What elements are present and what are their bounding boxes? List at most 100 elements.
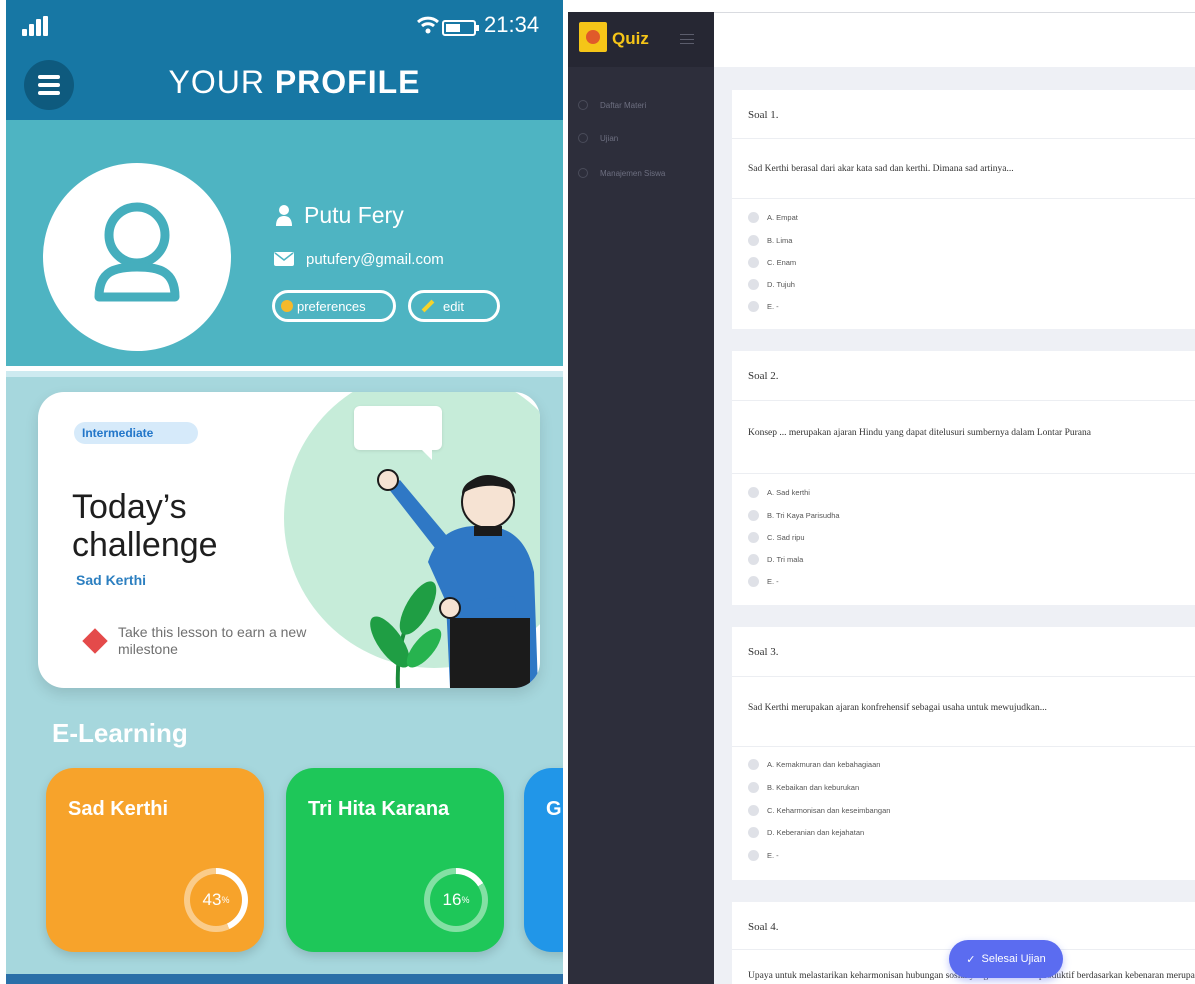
profile-name-row: Putu Fery <box>276 200 404 230</box>
radio-button[interactable] <box>748 758 759 770</box>
answer-option-label: E. - <box>767 850 779 860</box>
question-header: Soal 3. <box>732 627 1195 677</box>
mail-icon <box>274 252 294 266</box>
answer-option[interactable]: A. Empat <box>748 211 798 223</box>
question-header: Soal 2. <box>732 351 1195 401</box>
difficulty-badge: Intermediate <box>74 422 198 444</box>
radio-button[interactable] <box>748 781 759 793</box>
course-card-tri-hita-karana[interactable]: Tri Hita Karana 16% <box>286 768 504 952</box>
answer-option-label: D. Keberanian dan kejahatan <box>767 827 865 837</box>
quiz-sidebar: Quiz Daftar Materi Ujian Manajemen Siswa <box>568 12 714 984</box>
radio-button[interactable] <box>748 256 759 268</box>
course-card-partial[interactable]: G <box>524 768 563 952</box>
challenge-title: Today’s challenge <box>72 488 218 564</box>
radio-button[interactable] <box>748 300 759 312</box>
edit-profile-button[interactable]: edit <box>408 290 500 322</box>
battery-icon <box>442 20 479 36</box>
status-time: 21:34 <box>484 12 540 37</box>
brand-bar: Quiz <box>568 12 714 67</box>
question-text: Sad Kerthi berasal dari akar kata sad da… <box>748 164 1014 174</box>
profile-email-row: putufery@gmail.com <box>274 248 444 270</box>
progress-ring: 43% <box>184 868 248 932</box>
answer-option-label: D. Tri mala <box>767 554 804 564</box>
challenge-topic: Sad Kerthi <box>76 572 147 588</box>
mobile-app: 21:34 YOUR PROFILE Putu Fery putufery@gm… <box>6 0 563 984</box>
edit-label: edit <box>443 298 464 314</box>
topbar <box>714 12 1195 67</box>
progress-value: 16% <box>430 874 482 926</box>
teacher-illustration <box>370 469 538 688</box>
radio-button[interactable] <box>748 553 759 565</box>
check-icon: ✓ <box>966 953 976 966</box>
finish-exam-button[interactable]: ✓ Selesai Ujian <box>949 940 1063 978</box>
brand-name: Quiz <box>612 29 649 48</box>
answer-option-label: D. Tujuh <box>767 279 795 289</box>
todays-challenge-card[interactable]: Intermediate Today’s challenge Sad Kerth… <box>38 392 540 688</box>
question-header: Soal 1. <box>732 90 1195 139</box>
course-title: Tri Hita Karana <box>308 798 450 820</box>
progress-number: 43 <box>202 890 222 909</box>
answer-option-label: B. Lima <box>767 235 793 245</box>
answer-option-label: A. Sad kerthi <box>767 487 810 497</box>
answer-option[interactable]: D. Tujuh <box>748 278 795 290</box>
answer-option[interactable]: C. Keharmonisan dan keseimbangan <box>748 804 890 816</box>
progress-number: 16 <box>442 890 462 909</box>
sidebar-item-ujian[interactable]: Ujian <box>578 131 618 145</box>
radio-button[interactable] <box>748 234 759 246</box>
radio-button[interactable] <box>748 826 759 838</box>
answer-option[interactable]: D. Tri mala <box>748 553 803 565</box>
page-title: YOUR PROFILE <box>6 64 563 101</box>
sidebar-item-daftar-materi[interactable]: Daftar Materi <box>578 98 646 112</box>
answer-option[interactable]: B. Lima <box>748 234 792 246</box>
profile-email: putufery@gmail.com <box>306 250 444 268</box>
answer-option[interactable]: B. Kebaikan dan keburukan <box>748 781 859 793</box>
gem-icon <box>82 628 108 654</box>
milestone-tip-text: Take this lesson to earn a new milestone <box>118 624 307 657</box>
answer-option[interactable]: C. Enam <box>748 256 796 268</box>
sidebar-toggle-icon[interactable] <box>680 34 694 44</box>
radio-button[interactable] <box>748 804 759 816</box>
radio-button[interactable] <box>748 278 759 290</box>
answer-option[interactable]: A. Sad kerthi <box>748 486 810 498</box>
answer-option[interactable]: E. - <box>748 300 779 312</box>
radio-button[interactable] <box>748 211 759 223</box>
finish-exam-label: Selesai Ujian <box>981 953 1046 965</box>
circle-icon <box>578 100 588 110</box>
answer-option[interactable]: E. - <box>748 575 779 587</box>
answer-option-label: A. Empat <box>767 212 798 222</box>
answer-option-label: A. Kemakmuran dan kebahagiaan <box>767 759 881 769</box>
radio-button[interactable] <box>748 531 759 543</box>
page-title-prefix: YOUR <box>168 64 265 100</box>
quiz-main: Soal 1. Sad Kerthi berasal dari akar kat… <box>714 12 1195 984</box>
answer-option-label: B. Kebaikan dan keburukan <box>767 782 860 792</box>
screenshot-root: 21:34 YOUR PROFILE Putu Fery putufery@gm… <box>0 0 1195 984</box>
profile-name: Putu Fery <box>304 201 404 228</box>
answer-option[interactable]: E. - <box>748 849 779 861</box>
pencil-icon <box>421 299 435 313</box>
page-title-bold: PROFILE <box>274 64 421 100</box>
answer-option[interactable]: A. Kemakmuran dan kebahagiaan <box>748 758 880 770</box>
radio-button[interactable] <box>748 849 759 861</box>
answer-option[interactable]: D. Keberanian dan kejahatan <box>748 826 864 838</box>
answer-option-label: E. - <box>767 576 779 586</box>
answer-option[interactable]: C. Sad ripu <box>748 531 805 543</box>
sidebar-item-manajemen-siswa[interactable]: Manajemen Siswa <box>578 166 665 180</box>
sidebar-item-label: Daftar Materi <box>600 100 647 110</box>
progress-percent-sign: % <box>221 895 230 905</box>
answer-option-label: B. Tri Kaya Parisudha <box>767 510 840 520</box>
question-separator <box>732 473 1195 474</box>
gear-icon <box>281 300 293 312</box>
question-card-1: Soal 1. Sad Kerthi berasal dari akar kat… <box>732 90 1195 329</box>
preferences-button[interactable]: preferences <box>272 290 396 322</box>
answer-option[interactable]: B. Tri Kaya Parisudha <box>748 509 840 521</box>
course-card-sad-kerthi[interactable]: Sad Kerthi 43% <box>46 768 264 952</box>
status-bar: 21:34 <box>6 0 563 48</box>
question-card-3: Soal 3. Sad Kerthi merupakan ajaran konf… <box>732 627 1195 880</box>
radio-button[interactable] <box>748 486 759 498</box>
question-title: Soal 1. <box>748 109 779 121</box>
radio-button[interactable] <box>748 575 759 587</box>
avatar[interactable] <box>43 163 231 351</box>
answer-option-label: E. - <box>767 301 779 311</box>
radio-button[interactable] <box>748 509 759 521</box>
question-text: Sad Kerthi merupakan ajaran konfrehensif… <box>748 703 1047 713</box>
